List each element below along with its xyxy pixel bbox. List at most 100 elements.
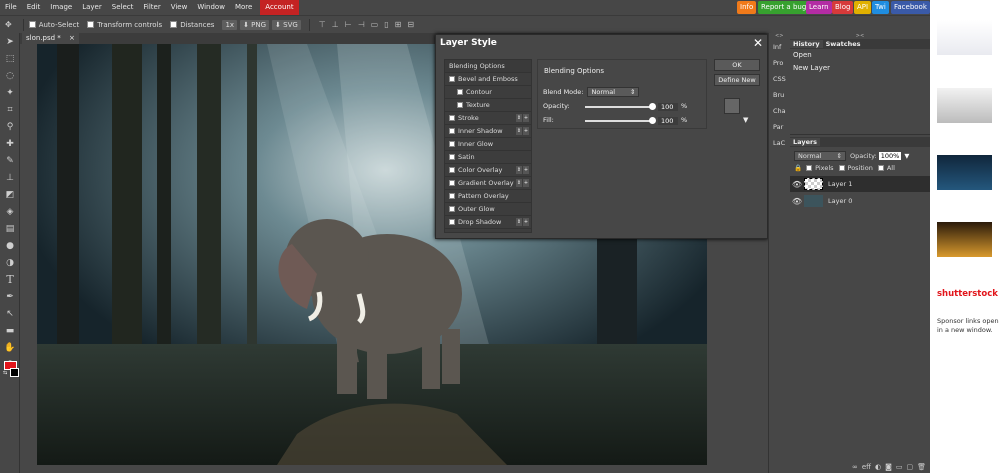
style-checkbox[interactable] bbox=[457, 89, 463, 95]
lock-position-checkbox[interactable] bbox=[838, 165, 845, 171]
style-checkbox[interactable] bbox=[449, 219, 455, 225]
menu-select[interactable]: Select bbox=[107, 0, 139, 15]
type-tool-icon[interactable]: T bbox=[0, 271, 20, 288]
panel-properties[interactable]: Pro bbox=[769, 55, 788, 71]
tab-layers[interactable]: Layers bbox=[790, 138, 821, 146]
blur-tool-icon[interactable]: ● bbox=[0, 237, 20, 254]
auto-select-checkbox[interactable] bbox=[28, 21, 36, 28]
tab-swatches[interactable]: Swatches bbox=[823, 40, 864, 48]
menu-window[interactable]: Window bbox=[192, 0, 230, 15]
fill-input[interactable]: 100 bbox=[658, 117, 678, 125]
style-add-remove-icons[interactable]: ⇕ + bbox=[516, 114, 529, 122]
delete-layer-icon[interactable]: 🗑 bbox=[917, 463, 926, 471]
export-svg-button[interactable]: ⬇ SVG bbox=[272, 19, 301, 30]
style-item-satin[interactable]: Satin bbox=[445, 151, 531, 164]
wand-tool-icon[interactable]: ✦ bbox=[0, 84, 20, 101]
style-checkbox[interactable] bbox=[449, 115, 455, 121]
style-item-contour[interactable]: Contour bbox=[445, 86, 531, 99]
panel-brush[interactable]: Bru bbox=[769, 87, 788, 103]
style-checkbox[interactable] bbox=[449, 141, 455, 147]
menu-layer[interactable]: Layer bbox=[77, 0, 107, 15]
minus-icon[interactable]: ⇕ bbox=[516, 166, 522, 174]
zoom-select[interactable]: 1x bbox=[222, 19, 238, 30]
ok-button[interactable]: OK bbox=[714, 59, 760, 71]
api-link[interactable]: API bbox=[854, 1, 872, 14]
facebook-link[interactable]: Facebook bbox=[891, 1, 930, 14]
stamp-tool-icon[interactable]: ⊥ bbox=[0, 169, 20, 186]
style-checkbox[interactable] bbox=[449, 167, 455, 173]
healing-tool-icon[interactable]: ✚ bbox=[0, 135, 20, 152]
marquee-tool-icon[interactable]: ⬚ bbox=[0, 50, 20, 67]
ad-image-water[interactable] bbox=[937, 155, 992, 190]
style-item-pattern-overlay[interactable]: Pattern Overlay bbox=[445, 190, 531, 203]
style-checkbox[interactable] bbox=[449, 193, 455, 199]
background-color-swatch[interactable] bbox=[10, 368, 19, 377]
lock-pixels-checkbox[interactable] bbox=[806, 165, 813, 171]
ad-image-stars[interactable] bbox=[937, 222, 992, 257]
plus-icon[interactable]: + bbox=[523, 166, 529, 174]
account-button[interactable]: Account bbox=[260, 0, 299, 15]
style-checkbox[interactable] bbox=[449, 180, 455, 186]
minus-icon[interactable]: ⇕ bbox=[516, 114, 522, 122]
menu-filter[interactable]: Filter bbox=[138, 0, 165, 15]
style-checkbox[interactable] bbox=[449, 154, 455, 160]
plus-icon[interactable]: + bbox=[523, 218, 529, 226]
style-checkbox[interactable] bbox=[449, 128, 455, 134]
layer-opacity-input[interactable]: 100% bbox=[878, 152, 902, 160]
crop-tool-icon[interactable]: ⌗ bbox=[0, 101, 20, 118]
effects-icon[interactable]: eff bbox=[862, 463, 871, 471]
plus-icon[interactable]: + bbox=[523, 179, 529, 187]
shutterstock-logo[interactable]: shutterstock bbox=[937, 289, 998, 299]
eyedropper-tool-icon[interactable]: ⚲ bbox=[0, 118, 20, 135]
menu-image[interactable]: Image bbox=[45, 0, 77, 15]
style-item-stroke[interactable]: Stroke ⇕ + bbox=[445, 112, 531, 125]
pen-tool-icon[interactable]: ✒ bbox=[0, 288, 20, 305]
group-icon[interactable]: ▭ bbox=[896, 463, 903, 471]
tab-slon[interactable]: slon.psd * × bbox=[22, 33, 79, 44]
style-item-texture[interactable]: Texture bbox=[445, 99, 531, 112]
eraser-tool-icon[interactable]: ◩ bbox=[0, 186, 20, 203]
style-item-outer-glow[interactable]: Outer Glow bbox=[445, 203, 531, 216]
visibility-eye-icon[interactable]: 👁 bbox=[790, 197, 804, 206]
ad-image-snow[interactable] bbox=[937, 88, 992, 123]
style-item-inner-glow[interactable]: Inner Glow bbox=[445, 138, 531, 151]
twitter-link[interactable]: Twi bbox=[872, 1, 889, 14]
panel-character[interactable]: Cha bbox=[769, 103, 788, 119]
transform-option[interactable]: Transform controls bbox=[87, 21, 162, 29]
opacity-slider-knob[interactable] bbox=[649, 103, 656, 110]
plus-icon[interactable]: + bbox=[523, 127, 529, 135]
menu-file[interactable]: File bbox=[0, 0, 22, 15]
hand-tool-icon[interactable]: ✋ bbox=[0, 339, 20, 356]
panel-layer-comps[interactable]: LaC bbox=[769, 135, 788, 151]
style-item-inner-shadow[interactable]: Inner Shadow ⇕ + bbox=[445, 125, 531, 138]
tab-close-icon[interactable]: × bbox=[69, 34, 75, 42]
lock-all-checkbox[interactable] bbox=[877, 165, 884, 171]
style-add-remove-icons[interactable]: ⇕ + bbox=[516, 218, 529, 226]
minus-icon[interactable]: ⇕ bbox=[516, 218, 522, 226]
gradient-tool-icon[interactable]: ▤ bbox=[0, 220, 20, 237]
auto-select-option[interactable]: Auto-Select bbox=[28, 21, 79, 29]
menu-more[interactable]: More bbox=[230, 0, 257, 15]
link-layers-icon[interactable]: ∞ bbox=[852, 463, 858, 471]
panel-info[interactable]: Inf bbox=[769, 39, 788, 55]
plus-icon[interactable]: + bbox=[523, 114, 529, 122]
style-checkbox[interactable] bbox=[449, 76, 455, 82]
blend-mode-select[interactable]: Normal ⇕ bbox=[587, 87, 640, 97]
menu-view[interactable]: View bbox=[166, 0, 193, 15]
panel-paragraph[interactable]: Par bbox=[769, 119, 788, 135]
style-add-remove-icons[interactable]: ⇕ + bbox=[516, 127, 529, 135]
menu-edit[interactable]: Edit bbox=[22, 0, 46, 15]
style-item-gradient-overlay[interactable]: Gradient Overlay ⇕ + bbox=[445, 177, 531, 190]
style-item-drop-shadow[interactable]: Drop Shadow ⇕ + bbox=[445, 216, 531, 229]
opacity-dropdown-icon[interactable]: ▼ bbox=[904, 152, 909, 160]
distances-option[interactable]: Distances bbox=[170, 21, 214, 29]
dialog-close-icon[interactable]: ✕ bbox=[753, 36, 763, 50]
style-add-remove-icons[interactable]: ⇕ + bbox=[516, 179, 529, 187]
history-item-new-layer[interactable]: New Layer bbox=[790, 62, 930, 75]
tab-history[interactable]: History bbox=[790, 40, 823, 48]
learn-link[interactable]: Learn bbox=[806, 1, 832, 14]
transform-checkbox[interactable] bbox=[87, 21, 95, 28]
ad-image-drone[interactable] bbox=[937, 20, 992, 55]
brush-tool-icon[interactable]: ✎ bbox=[0, 152, 20, 169]
fill-slider-knob[interactable] bbox=[649, 117, 656, 124]
